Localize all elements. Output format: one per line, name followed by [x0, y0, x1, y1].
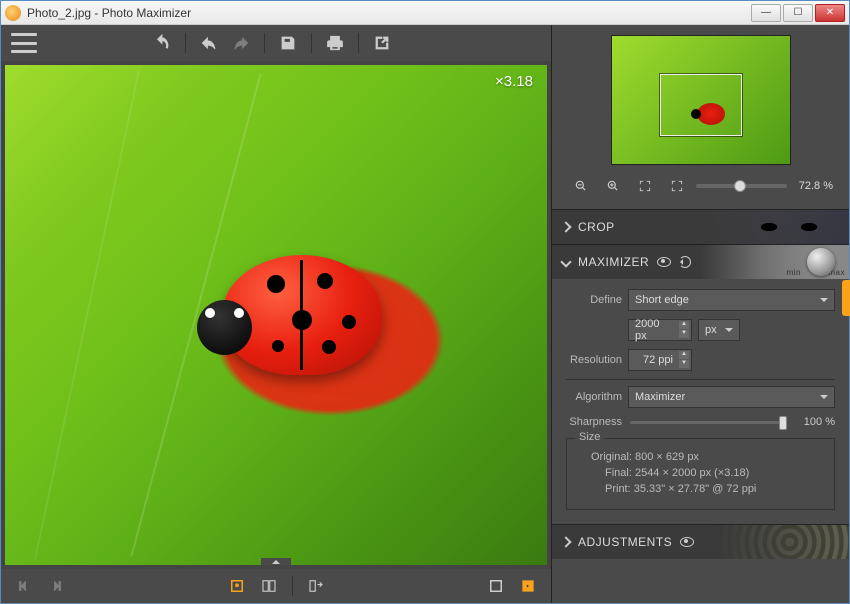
- save-button[interactable]: [275, 30, 301, 56]
- spin-up-icon[interactable]: ▲: [679, 351, 689, 359]
- dial-min-label: min: [787, 268, 801, 277]
- zoom-slider[interactable]: [696, 184, 787, 188]
- maximizer-panel-title: MAXIMIZER: [578, 255, 649, 269]
- navigator: 72.8 %: [552, 25, 849, 209]
- export-button[interactable]: [369, 30, 395, 56]
- spin-up-icon[interactable]: ▲: [679, 321, 689, 329]
- expand-up-handle[interactable]: [261, 558, 291, 565]
- define-select[interactable]: Short edge: [628, 289, 835, 311]
- chevron-down-icon: [560, 256, 571, 267]
- titlebar: Photo_2.jpg - Photo Maximizer — ☐ ✕: [1, 1, 849, 25]
- chevron-right-icon: [560, 221, 571, 232]
- resolution-label: Resolution: [566, 354, 622, 366]
- visibility-icon[interactable]: [657, 257, 671, 267]
- crop-panel: CROP: [552, 209, 849, 244]
- size-info-box: Size Original: 800 × 629 px Final: 2544 …: [566, 438, 835, 510]
- bottom-toolbar: [1, 569, 551, 603]
- maximize-button[interactable]: ☐: [783, 4, 813, 22]
- maximizer-panel-body: Define Short edge 2000 px ▲▼ px Resoluti…: [552, 279, 849, 524]
- algorithm-select[interactable]: Maximizer: [628, 386, 835, 408]
- size-original-text: Original: 800 × 629 px: [591, 451, 824, 463]
- spin-down-icon[interactable]: ▼: [679, 360, 689, 368]
- app-icon: [5, 5, 21, 21]
- size-print-text: Print: 35.33" × 27.78" @ 72 ppi: [605, 483, 824, 495]
- spin-down-icon[interactable]: ▼: [679, 330, 689, 338]
- right-panel: 72.8 % CROP MAXIMIZER min max: [551, 25, 849, 603]
- content-area: ×3.18: [1, 25, 849, 603]
- actual-size-button[interactable]: [515, 573, 541, 599]
- image-content: [222, 255, 402, 395]
- define-label: Define: [566, 294, 622, 306]
- app-window: Photo_2.jpg - Photo Maximizer — ☐ ✕: [0, 0, 850, 604]
- size-input[interactable]: 2000 px ▲▼: [628, 319, 692, 341]
- adjustments-panel-title: ADJUSTMENTS: [578, 535, 672, 549]
- sharpness-value: 100 %: [795, 416, 835, 428]
- resolution-input[interactable]: 72 ppi ▲▼: [628, 349, 692, 371]
- prev-image-button[interactable]: [11, 573, 37, 599]
- size-final-text: Final: 2544 × 2000 px (×3.18): [605, 467, 824, 479]
- maximizer-panel: MAXIMIZER min max Define Short edge 2000…: [552, 244, 849, 524]
- print-button[interactable]: [322, 30, 348, 56]
- dial-max-label: max: [828, 268, 845, 277]
- sharpness-slider[interactable]: [630, 421, 787, 424]
- menu-button[interactable]: [11, 33, 37, 53]
- undo-button[interactable]: [196, 30, 222, 56]
- zoom-100-button[interactable]: [664, 173, 690, 199]
- maximizer-panel-header[interactable]: MAXIMIZER min max: [552, 245, 849, 279]
- zoom-out-button[interactable]: [568, 173, 594, 199]
- zoom-indicator: ×3.18: [495, 73, 533, 90]
- fit-screen-button[interactable]: [483, 573, 509, 599]
- window-title: Photo_2.jpg - Photo Maximizer: [27, 6, 191, 20]
- close-button[interactable]: ✕: [815, 4, 845, 22]
- compare-button[interactable]: [303, 573, 329, 599]
- next-image-button[interactable]: [43, 573, 69, 599]
- crop-panel-title: CROP: [578, 220, 615, 234]
- left-pane: ×3.18: [1, 25, 551, 603]
- view-split-button[interactable]: [256, 573, 282, 599]
- visibility-icon[interactable]: [680, 537, 694, 547]
- photo-canvas: [5, 65, 547, 565]
- redo-button[interactable]: [228, 30, 254, 56]
- unit-select[interactable]: px: [698, 319, 740, 341]
- chevron-right-icon: [560, 536, 571, 547]
- sharpness-label: Sharpness: [566, 416, 622, 428]
- top-toolbar: [1, 25, 551, 61]
- undo-all-button[interactable]: [149, 30, 175, 56]
- crop-panel-header[interactable]: CROP: [552, 210, 849, 244]
- reset-icon[interactable]: [679, 256, 691, 268]
- adjustments-panel-header[interactable]: ADJUSTMENTS: [552, 525, 849, 559]
- image-viewport[interactable]: ×3.18: [5, 65, 547, 565]
- adjustments-panel: ADJUSTMENTS: [552, 524, 849, 559]
- zoom-percent-label: 72.8 %: [793, 180, 833, 192]
- side-collapse-handle[interactable]: [842, 280, 850, 316]
- zoom-fit-button[interactable]: [632, 173, 658, 199]
- view-single-button[interactable]: [224, 573, 250, 599]
- algorithm-label: Algorithm: [566, 391, 622, 403]
- navigator-preview[interactable]: [611, 35, 791, 165]
- size-box-label: Size: [575, 431, 604, 443]
- zoom-in-button[interactable]: [600, 173, 626, 199]
- minimize-button[interactable]: —: [751, 4, 781, 22]
- navigator-viewport-rect[interactable]: [660, 74, 742, 136]
